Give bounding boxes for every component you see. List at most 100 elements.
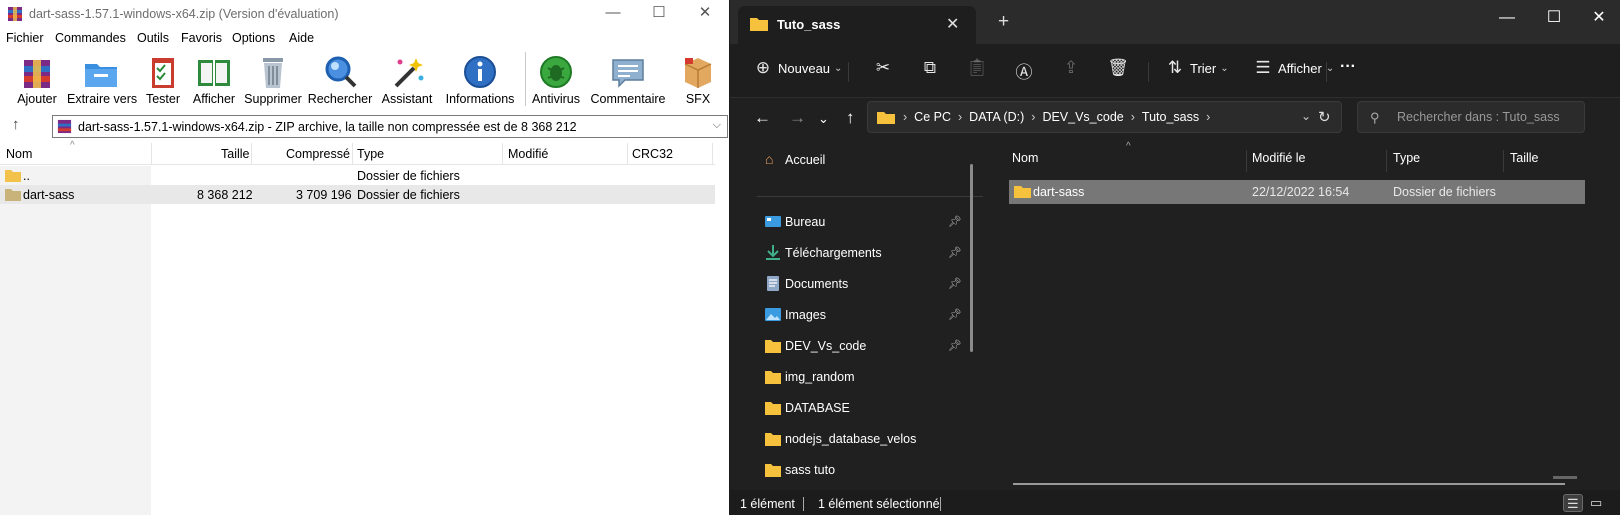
forward-arrow-icon[interactable]: → — [789, 108, 806, 128]
col-modified[interactable]: Modifié le — [1252, 151, 1306, 165]
sort-button[interactable]: ⇅ Trier ⌄ — [1164, 58, 1229, 84]
details-view-button[interactable]: ☰ — [1563, 494, 1583, 512]
menu-aide[interactable]: Aide — [289, 31, 314, 45]
nav-item-bureau[interactable]: Bureau 📌︎ — [730, 207, 970, 237]
horizontal-scrollbar[interactable] — [1013, 483, 1565, 485]
up-arrow-icon[interactable]: ↑ — [846, 108, 855, 128]
col-packed[interactable]: Compressé — [286, 147, 350, 161]
toolbar-wizard-button[interactable]: Assistant — [376, 50, 438, 108]
col-name[interactable]: Nom — [1012, 151, 1038, 165]
minimize-button[interactable]: — — [1484, 4, 1530, 34]
menu-commandes[interactable]: Commandes — [55, 31, 126, 45]
back-arrow-icon[interactable]: ← — [754, 108, 771, 128]
nav-item-accueil[interactable]: ⌂ Accueil — [730, 145, 970, 175]
file-type: Dossier de fichiers — [1393, 185, 1496, 199]
menu-favoris[interactable]: Favoris — [181, 31, 222, 45]
recent-locations-chevron-icon[interactable]: ⌄ — [818, 111, 829, 127]
col-size[interactable]: Taille — [1510, 151, 1539, 165]
delete-button[interactable]: 🗑︎ — [1107, 58, 1129, 84]
pin-icon: 📌︎ — [948, 340, 962, 352]
toolbar-add-button[interactable]: Ajouter — [12, 50, 62, 108]
close-button[interactable]: ✕ — [1576, 4, 1620, 34]
archive-path-field[interactable]: dart-sass-1.57.1-windows-x64.zip - ZIP a… — [52, 115, 728, 138]
download-icon — [766, 245, 780, 260]
col-crc[interactable]: CRC32 — [632, 147, 673, 161]
table-row[interactable]: dart-sass 8 368 212 3 709 196 Dossier de… — [0, 185, 715, 204]
col-type[interactable]: Type — [1393, 151, 1420, 165]
scrollbar-thumb[interactable] — [1553, 476, 1577, 479]
menu-outils[interactable]: Outils — [137, 31, 169, 45]
breadcrumb-dev-vs-code[interactable]: DEV_Vs_code — [1042, 110, 1123, 124]
refresh-icon[interactable]: ↻ — [1318, 108, 1331, 126]
chevron-down-icon: ⌄ — [1220, 62, 1229, 74]
toolbar-view-button[interactable]: Afficher — [190, 50, 238, 108]
paste-button[interactable]: 📋︎ — [966, 58, 988, 84]
share-button[interactable]: ⇪ — [1060, 58, 1082, 84]
col-divider — [151, 143, 152, 165]
toolbar-comment-button[interactable]: Commentaire — [590, 50, 666, 108]
col-divider — [1246, 150, 1247, 172]
col-divider — [627, 143, 628, 165]
archive-path-text: dart-sass-1.57.1-windows-x64.zip - ZIP a… — [78, 120, 577, 134]
col-size[interactable]: Taille — [221, 147, 250, 161]
view-button[interactable]: ☰ Afficher ⌄ — [1252, 58, 1334, 84]
col-name[interactable]: Nom — [6, 147, 32, 161]
toolbar-find-button[interactable]: Rechercher — [307, 50, 373, 108]
pin-icon: 📌︎ — [948, 216, 962, 228]
plus-circle-icon: ⊕ — [755, 58, 771, 77]
nav-item-dev-vs-code[interactable]: DEV_Vs_code 📌︎ — [730, 331, 970, 361]
copy-button[interactable]: ⧉ — [919, 58, 941, 84]
add-archive-icon — [24, 60, 50, 88]
nav-item-images[interactable]: Images 📌︎ — [730, 300, 970, 330]
table-row[interactable]: .. Dossier de fichiers — [0, 166, 715, 185]
tiles-view-button[interactable]: ▭ — [1587, 494, 1607, 512]
search-placeholder: Rechercher dans : Tuto_sass — [1397, 110, 1560, 124]
nav-scrollbar[interactable] — [970, 164, 973, 352]
nav-item-sass-tuto[interactable]: sass tuto — [730, 455, 970, 485]
menu-options[interactable]: Options — [232, 31, 275, 45]
toolbar-test-button[interactable]: Tester — [140, 50, 186, 108]
delete-trash-icon — [263, 58, 283, 88]
search-input[interactable]: ⚲ Rechercher dans : Tuto_sass — [1357, 101, 1585, 133]
details-view-icon: ☰ — [1567, 496, 1579, 511]
maximize-button[interactable]: ☐ — [636, 0, 682, 28]
new-tab-button[interactable]: + — [998, 11, 1009, 33]
minimize-button[interactable]: — — [590, 0, 636, 28]
chevron-down-icon[interactable]: ⌵ — [713, 119, 721, 132]
close-tab-icon[interactable]: ✕ — [946, 14, 959, 34]
view-list-icon: ☰ — [1255, 58, 1271, 77]
status-divider — [803, 497, 804, 511]
breadcrumb-tuto-sass[interactable]: Tuto_sass — [1142, 110, 1199, 124]
address-bar[interactable]: › Ce PC › DATA (D:) › DEV_Vs_code › Tuto_sass › … — [867, 101, 1342, 133]
breadcrumb-ce-pc[interactable]: Ce PC — [914, 110, 951, 124]
maximize-button[interactable]: ☐ — [1531, 4, 1577, 34]
share-icon: ⇪ — [1063, 58, 1079, 77]
toolbar-delete-button[interactable]: Supprimer — [243, 50, 303, 108]
zip-archive-icon — [57, 119, 72, 134]
new-button[interactable]: ⊕ Nouveau ⌄ — [752, 58, 843, 84]
toolbar-info-button[interactable]: Informations — [440, 50, 520, 108]
nav-item-telechargements[interactable]: Téléchargements 📌︎ — [730, 238, 970, 268]
menu-fichier[interactable]: Fichier — [6, 31, 44, 45]
nav-item-database[interactable]: DATABASE — [730, 393, 970, 423]
up-arrow-icon[interactable]: ↑ — [12, 116, 20, 133]
toolbar-sfx-button[interactable]: SFX — [676, 50, 720, 108]
tab-tuto-sass[interactable]: Tuto_sass ✕ — [738, 6, 976, 44]
more-options-button[interactable]: ··· — [1340, 58, 1356, 84]
col-type[interactable]: Type — [357, 147, 384, 161]
col-modified[interactable]: Modifié — [508, 147, 548, 161]
nav-item-img-random[interactable]: img_random — [730, 362, 970, 392]
rename-button[interactable]: Ⓐ — [1013, 58, 1035, 84]
breadcrumb-data-drive[interactable]: DATA (D:) — [969, 110, 1024, 124]
toolbar-extract-button[interactable]: Extraire vers — [67, 50, 137, 108]
nav-item-nodejs-database-velos[interactable]: nodejs_database_velos — [730, 424, 970, 454]
table-row[interactable]: dart-sass 22/12/2022 16:54 Dossier de fi… — [1009, 180, 1585, 204]
close-button[interactable]: ✕ — [682, 0, 728, 28]
toolbar-antivirus-button[interactable]: Antivirus — [529, 50, 583, 108]
file-list-header: ^ Nom Modifié le Type Taille — [994, 141, 1620, 172]
sfx-box-icon — [684, 58, 712, 88]
cut-button[interactable]: ✂ — [872, 58, 894, 84]
winrar-app-icon — [8, 7, 22, 21]
chevron-down-icon[interactable]: ⌄ — [1301, 109, 1311, 123]
nav-item-documents[interactable]: Documents 📌︎ — [730, 269, 970, 299]
